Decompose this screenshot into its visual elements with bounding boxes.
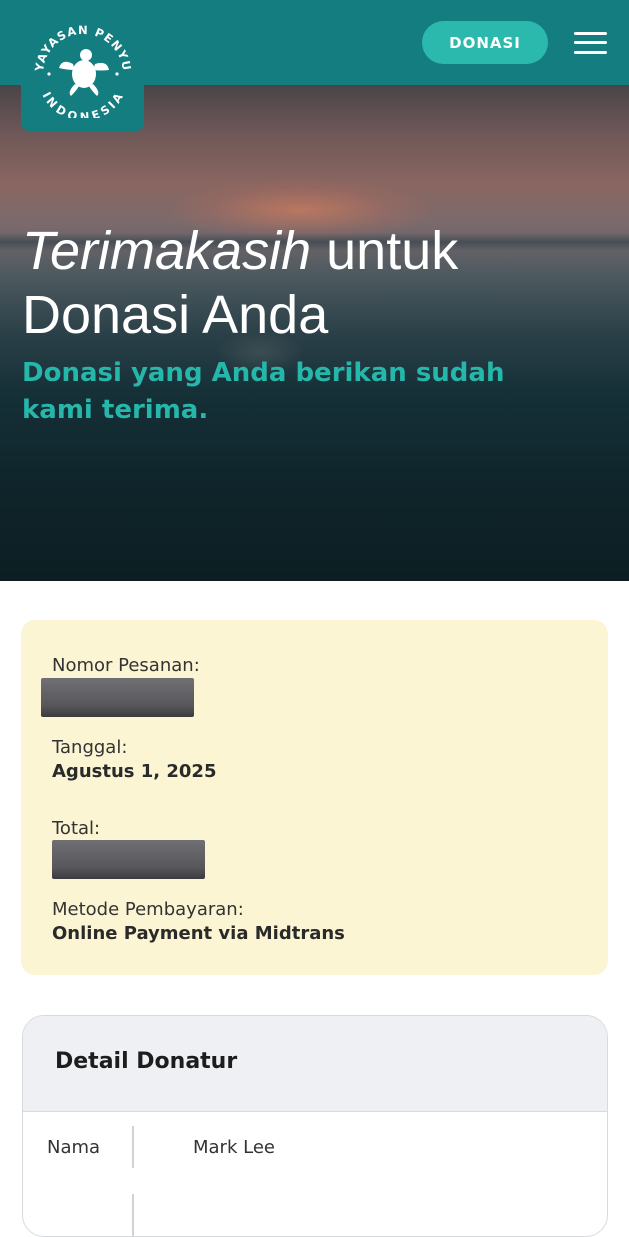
payment-method-value: Online Payment via Midtrans (52, 923, 345, 944)
hero-banner: Terimakasih untuk Donasi Anda Donasi yang… (0, 85, 629, 581)
hero-title-italic: Terimakasih (22, 221, 312, 281)
hero-title-line2: Donasi Anda (22, 285, 329, 345)
date-value: Agustus 1, 2025 (52, 761, 217, 782)
date-label: Tanggal: (52, 737, 128, 758)
logo-text-bottom: INDONESIA (40, 90, 125, 118)
order-number-label: Nomor Pesanan: (52, 655, 200, 676)
hero-title: Terimakasih untuk Donasi Anda (22, 219, 612, 347)
logo[interactable]: YAYASAN PENYU INDONESIA (21, 0, 144, 131)
order-number-redacted (41, 678, 194, 717)
hamburger-menu-icon[interactable] (574, 30, 608, 56)
row-divider (132, 1194, 134, 1236)
donor-name-value: Mark Lee (193, 1137, 275, 1158)
total-label: Total: (52, 818, 101, 839)
svg-text:INDONESIA: INDONESIA (40, 90, 127, 118)
order-summary-card: Nomor Pesanan: Tanggal: Agustus 1, 2025 … (21, 620, 608, 975)
donor-details-card: Detail Donatur Nama Mark Lee (22, 1015, 608, 1237)
donor-details-title: Detail Donatur (55, 1049, 238, 1074)
row-divider (132, 1126, 134, 1168)
total-redacted (52, 840, 205, 879)
hero-title-rest: untuk (311, 221, 459, 281)
turtle-logo-icon: YAYASAN PENYU INDONESIA (32, 23, 133, 118)
donor-details-header: Detail Donatur (23, 1016, 607, 1112)
hero-subtitle: Donasi yang Anda berikan sudah kami teri… (22, 358, 505, 425)
donate-button[interactable]: DONASI (422, 21, 548, 64)
donor-name-label: Nama (47, 1137, 101, 1158)
payment-method-label: Metode Pembayaran: (52, 899, 244, 920)
